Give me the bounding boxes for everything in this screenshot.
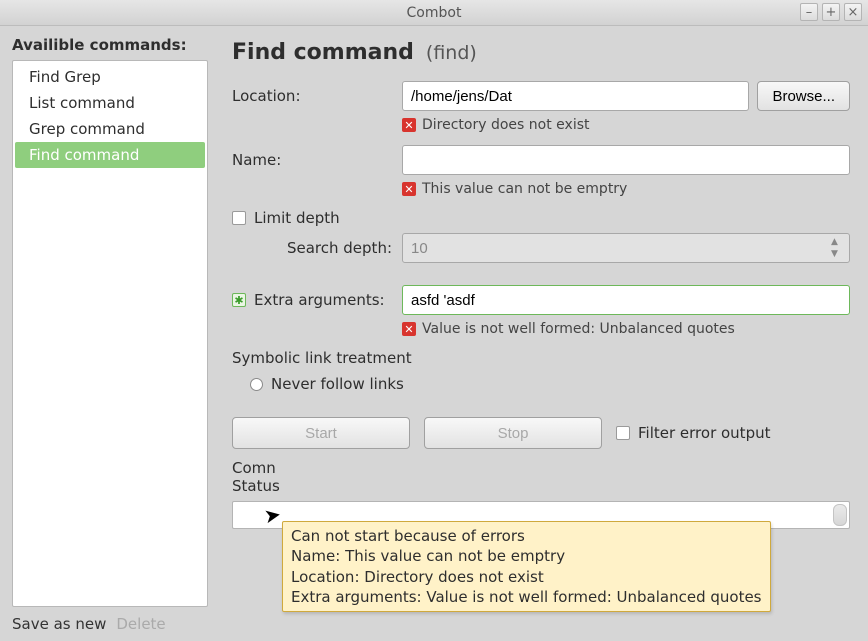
- list-item[interactable]: Grep command: [15, 116, 205, 142]
- start-button[interactable]: Start: [232, 417, 410, 449]
- extra-args-checkbox[interactable]: ✱: [232, 293, 246, 307]
- maximize-button[interactable]: +: [822, 3, 840, 21]
- tooltip-line: Extra arguments: Value is not well forme…: [291, 587, 762, 607]
- page-title: Find command (find): [232, 40, 850, 65]
- error-tooltip: Can not start because of errors Name: Th…: [282, 521, 771, 612]
- filter-error-label: Filter error output: [638, 424, 770, 442]
- list-item[interactable]: Find command: [15, 142, 205, 168]
- command-line-label: Comn: [232, 459, 276, 477]
- extra-args-label: Extra arguments:: [254, 291, 385, 309]
- tooltip-line: Name: This value can not be emptry: [291, 546, 762, 566]
- page-title-text: Find command: [232, 40, 414, 65]
- browse-button[interactable]: Browse...: [757, 81, 850, 111]
- extra-args-input[interactable]: [402, 285, 850, 315]
- location-label: Location:: [232, 87, 402, 105]
- filter-error-checkbox[interactable]: [616, 426, 630, 440]
- never-follow-radio[interactable]: [250, 378, 263, 391]
- name-input[interactable]: [402, 145, 850, 175]
- minimize-button[interactable]: –: [800, 3, 818, 21]
- window-title: Combot: [407, 5, 462, 21]
- status-label: Status: [232, 477, 280, 495]
- location-input[interactable]: [402, 81, 749, 111]
- extra-args-error: ✕ Value is not well formed: Unbalanced q…: [402, 321, 850, 337]
- location-error: ✕ Directory does not exist: [402, 117, 850, 133]
- command-list[interactable]: Find Grep List command Grep command Find…: [12, 60, 208, 607]
- never-follow-label: Never follow links: [271, 375, 404, 393]
- name-error-text: This value can not be emptry: [422, 181, 627, 197]
- symlink-header: Symbolic link treatment: [232, 349, 850, 367]
- delete-button[interactable]: Delete: [116, 615, 165, 633]
- close-button[interactable]: ×: [844, 3, 862, 21]
- chevron-down-icon: ▼: [831, 249, 847, 259]
- spin-buttons[interactable]: ▲ ▼: [831, 236, 847, 260]
- error-icon: ✕: [402, 322, 416, 336]
- name-error: ✕ This value can not be emptry: [402, 181, 850, 197]
- error-icon: ✕: [402, 182, 416, 196]
- sidebar-header: Availible commands:: [12, 36, 208, 54]
- scrollbar[interactable]: [833, 504, 847, 526]
- list-item[interactable]: Find Grep: [15, 64, 205, 90]
- page-subtitle: (find): [426, 42, 477, 64]
- location-error-text: Directory does not exist: [422, 117, 590, 133]
- name-label: Name:: [232, 151, 402, 169]
- limit-depth-label: Limit depth: [254, 209, 340, 227]
- window-titlebar: Combot – + ×: [0, 0, 868, 26]
- limit-depth-checkbox[interactable]: [232, 211, 246, 225]
- extra-args-error-text: Value is not well formed: Unbalanced quo…: [422, 321, 735, 337]
- search-depth-label: Search depth:: [232, 239, 402, 257]
- tooltip-line: Can not start because of errors: [291, 526, 762, 546]
- chevron-up-icon: ▲: [831, 237, 847, 247]
- save-as-new-button[interactable]: Save as new: [12, 615, 106, 633]
- tooltip-line: Location: Directory does not exist: [291, 567, 762, 587]
- error-icon: ✕: [402, 118, 416, 132]
- list-item[interactable]: List command: [15, 90, 205, 116]
- stop-button[interactable]: Stop: [424, 417, 602, 449]
- sidebar: Availible commands: Find Grep List comma…: [0, 26, 216, 641]
- search-depth-input: [402, 233, 850, 263]
